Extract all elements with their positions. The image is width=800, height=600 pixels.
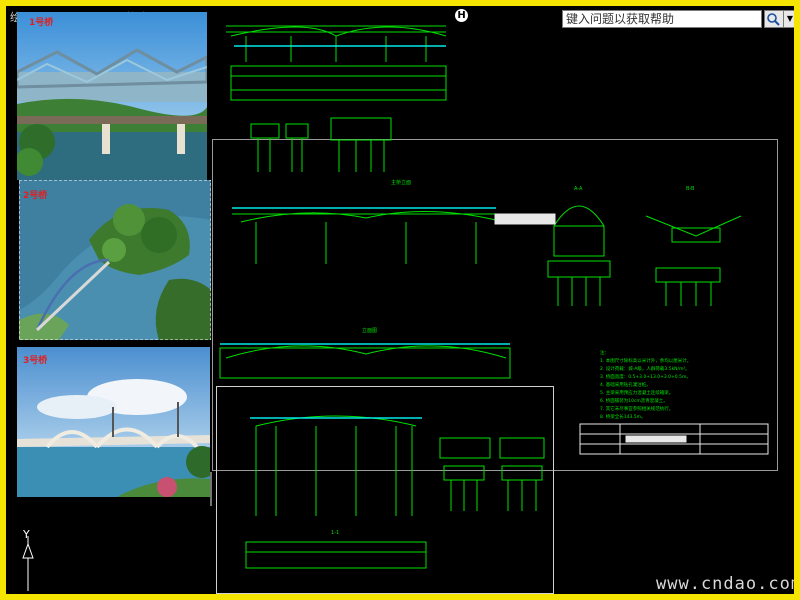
note-line: 4. 基础采用钻孔灌注桩。	[600, 383, 651, 388]
ucs-y-label: Y	[22, 528, 30, 541]
drawing-title-top: 主桥立面	[391, 179, 411, 186]
section-label-b: B-B	[686, 186, 695, 192]
ucs-icon	[22, 536, 34, 591]
note-line: 5. 主梁采用预应力混凝土连续箱梁。	[600, 391, 674, 396]
drawing-title-mid: 立面图	[362, 327, 377, 334]
cad-linework: 主桥立面 立面图 1-1 A-A B-B Y	[22, 25, 769, 591]
note-line: 3. 桥面宽度：0.5+3.0+13.0+3.0+0.5m。	[600, 375, 691, 380]
watermark-text: www.cndao.com	[656, 574, 794, 594]
note-line: 6. 桥面铺装为10cm沥青混凝土。	[600, 399, 668, 404]
cad-drawing-canvas[interactable]: 绘 格式(O) 工具(T) H 键入问题以获取帮助 ▼	[6, 6, 794, 594]
drawing-notes: 注： 1. 本图尺寸除标高以米计外，余均以厘米计。 2. 设计荷载：城-A级，人…	[600, 350, 760, 422]
note-line: 7. 其它未尽事宜参照相关规范执行。	[600, 407, 674, 412]
note-line: 8. 桥梁全长143.5m。	[600, 415, 646, 420]
section-label-1: 1-1	[331, 530, 339, 536]
window-frame-right	[794, 0, 800, 600]
note-line: 1. 本图尺寸除标高以米计外，余均以厘米计。	[600, 359, 692, 364]
note-line: 2. 设计荷载：城-A级，人群荷载3.5kN/m²。	[600, 367, 690, 372]
notes-heading: 注：	[600, 351, 609, 356]
window-frame-bottom	[0, 594, 800, 600]
section-label-a: A-A	[574, 186, 583, 192]
